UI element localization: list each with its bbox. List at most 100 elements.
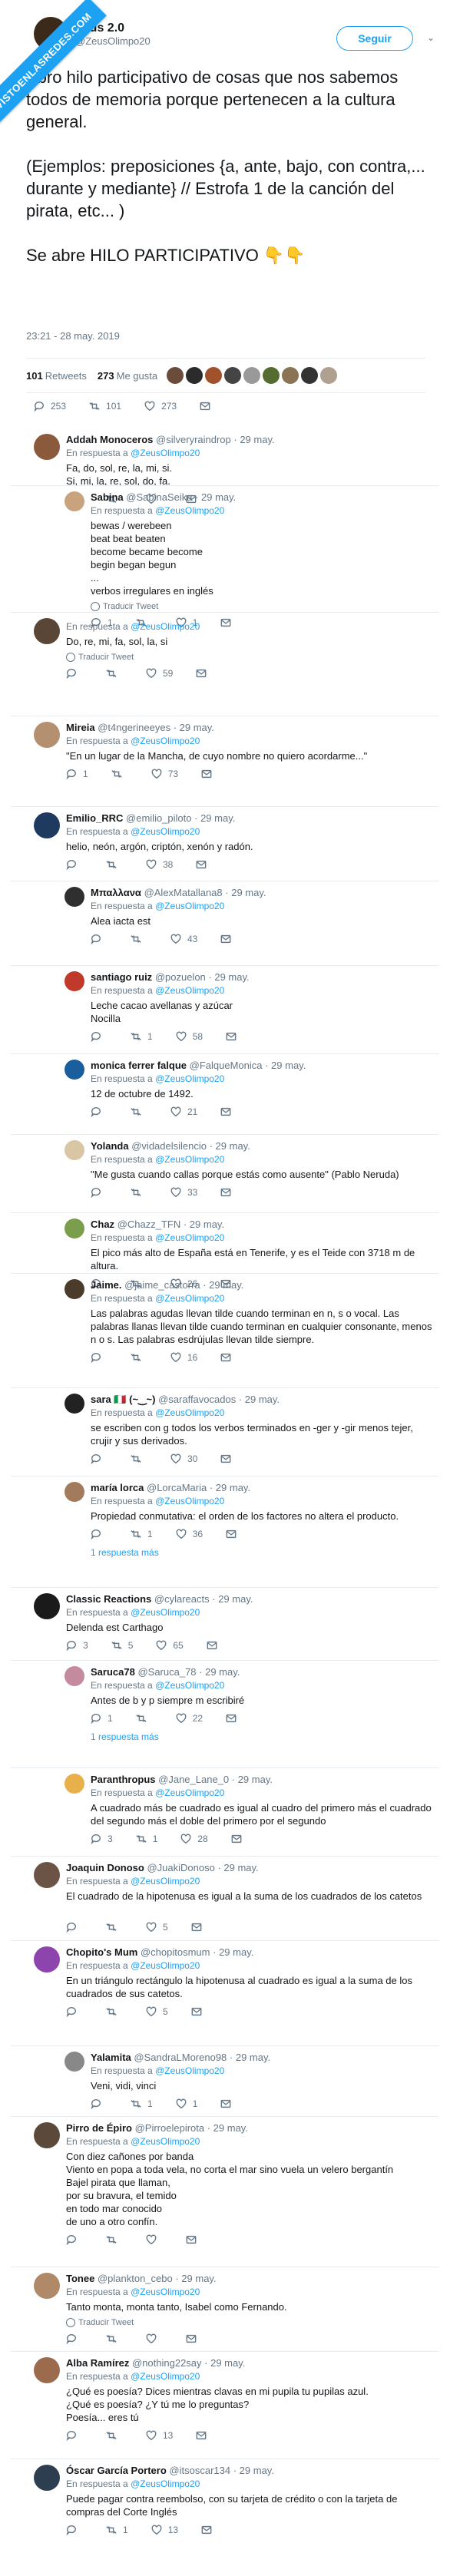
like-button[interactable]: 58: [176, 1031, 203, 1042]
author-name[interactable]: sara 🇮🇹 (~‿~): [91, 1394, 155, 1405]
more-replies-link[interactable]: 1 respuesta más: [91, 1547, 159, 1558]
message-button[interactable]: [207, 1640, 223, 1651]
message-button[interactable]: [231, 1834, 248, 1844]
author-handle[interactable]: @pozuelon: [155, 971, 206, 983]
reply-to-link[interactable]: @ZeusOlimpo20: [155, 1154, 224, 1165]
retweet-button[interactable]: [131, 1106, 147, 1117]
reply-to-link[interactable]: @ZeusOlimpo20: [155, 985, 224, 996]
reply-button[interactable]: [66, 859, 83, 870]
retweets-label[interactable]: Retweets: [45, 370, 87, 382]
avatar[interactable]: [34, 1593, 60, 1619]
avatar[interactable]: [34, 618, 60, 644]
reply-date[interactable]: · 29 may.: [195, 491, 236, 503]
retweet-button[interactable]: [136, 1713, 153, 1724]
reply-button[interactable]: [91, 1352, 108, 1363]
avatar[interactable]: [65, 1482, 84, 1502]
reply-date[interactable]: · 29 may.: [208, 971, 249, 983]
reply-date[interactable]: · 29 may.: [199, 1666, 240, 1678]
author-handle[interactable]: @saraffavocados: [158, 1394, 236, 1405]
message-button[interactable]: [201, 769, 218, 779]
follow-button[interactable]: Seguir: [336, 26, 413, 51]
likes-label[interactable]: Me gusta: [117, 370, 157, 382]
author-handle[interactable]: @silveryraindrop: [156, 434, 231, 445]
reply-button[interactable]: [66, 668, 83, 679]
reply-date[interactable]: · 29 may.: [230, 2052, 270, 2063]
message-button[interactable]: [220, 1352, 237, 1363]
like-button[interactable]: 5: [146, 2006, 168, 2017]
reply-date[interactable]: · 29 may.: [232, 1774, 273, 1785]
retweet-button[interactable]: [106, 859, 123, 870]
reply-button[interactable]: 1: [66, 769, 88, 779]
reply-date[interactable]: · 29 may.: [217, 1862, 258, 1873]
avatar[interactable]: [65, 1219, 84, 1238]
author-name[interactable]: Pirro de Épiro: [66, 2122, 132, 2134]
reply-date[interactable]: · 29 may.: [265, 1060, 306, 1071]
author-handle[interactable]: @emilio_piloto: [126, 812, 191, 824]
reply-to-link[interactable]: @ZeusOlimpo20: [131, 1876, 200, 1887]
author-name[interactable]: Chaz: [91, 1219, 114, 1230]
author-name[interactable]: Sabina: [91, 491, 124, 503]
message-button[interactable]: [220, 617, 237, 628]
author-handle[interactable]: @itsoscar134: [169, 2465, 230, 2476]
translate-link[interactable]: Traducir Tweet: [91, 602, 158, 611]
retweet-button[interactable]: 1: [131, 2098, 153, 2109]
reply-button[interactable]: [66, 2006, 83, 2017]
reply-date[interactable]: · 29 may.: [210, 1140, 250, 1152]
reply-date[interactable]: · 29 may.: [204, 2357, 245, 2369]
retweet-button[interactable]: [106, 2333, 123, 2344]
avatar[interactable]: [34, 1862, 60, 1888]
avatar[interactable]: [65, 1774, 84, 1794]
author-name[interactable]: maría lorca: [91, 1482, 144, 1493]
avatar[interactable]: [34, 2122, 60, 2148]
message-button[interactable]: [226, 1713, 243, 1724]
like-button[interactable]: 36: [176, 1529, 203, 1539]
message-button[interactable]: [196, 859, 213, 870]
author-handle[interactable]: @plankton_cebo: [98, 2273, 173, 2284]
translate-link[interactable]: Traducir Tweet: [66, 653, 134, 662]
message-button[interactable]: [220, 1187, 237, 1198]
reply-button[interactable]: [91, 934, 108, 944]
reply-button[interactable]: [91, 1529, 108, 1539]
avatar[interactable]: [65, 1279, 84, 1299]
avatar[interactable]: [34, 1946, 60, 1973]
retweet-button[interactable]: [106, 2430, 123, 2441]
author-handle[interactable]: @Chazz_TFN: [117, 1219, 181, 1230]
author-name[interactable]: Yalamita: [91, 2052, 131, 2063]
like-button[interactable]: 13: [151, 2525, 178, 2535]
chevron-down-icon[interactable]: ⌄: [427, 32, 435, 43]
reply-date[interactable]: · 29 may.: [174, 722, 214, 733]
like-button[interactable]: 30: [170, 1453, 197, 1464]
author-handle[interactable]: @LorcaMaria: [147, 1482, 207, 1493]
reply-date[interactable]: · 29 may.: [239, 1394, 280, 1405]
like-button[interactable]: 5: [146, 1922, 168, 1933]
reply-to-link[interactable]: @ZeusOlimpo20: [155, 1787, 224, 1798]
author-name[interactable]: Paranthropus: [91, 1774, 156, 1785]
author-handle[interactable]: @Jane_Lane_0: [158, 1774, 229, 1785]
message-button[interactable]: [186, 2234, 203, 2245]
message-button[interactable]: [220, 1106, 237, 1117]
reply-to-link[interactable]: @ZeusOlimpo20: [155, 1407, 224, 1418]
reply-to-link[interactable]: @ZeusOlimpo20: [155, 1232, 224, 1243]
retweet-button[interactable]: [106, 1922, 123, 1933]
retweet-button[interactable]: [106, 2006, 123, 2017]
avatar[interactable]: [65, 1140, 84, 1160]
reply-date[interactable]: · 29 may.: [184, 1219, 224, 1230]
author-handle[interactable]: @nothing22say: [132, 2357, 202, 2369]
reply-to-link[interactable]: @ZeusOlimpo20: [131, 448, 200, 458]
author-handle[interactable]: @Saruca_78: [137, 1666, 196, 1678]
author-name[interactable]: Joaquin Donoso: [66, 1862, 144, 1873]
retweet-button[interactable]: 101: [89, 401, 121, 412]
reply-button[interactable]: [91, 2098, 108, 2109]
like-button[interactable]: 1: [176, 2098, 197, 2109]
author-handle[interactable]: @chopitosmum: [141, 1946, 210, 1958]
reply-to-link[interactable]: @ZeusOlimpo20: [155, 2065, 224, 2076]
reply-date[interactable]: · 29 may.: [175, 2273, 216, 2284]
avatar[interactable]: [65, 1060, 84, 1080]
author-name[interactable]: Classic Reactions: [66, 1593, 151, 1605]
retweet-button[interactable]: 1: [136, 1834, 157, 1844]
like-button[interactable]: 43: [170, 934, 197, 944]
reply-to-link[interactable]: @ZeusOlimpo20: [131, 2136, 200, 2147]
retweet-button[interactable]: [131, 1453, 147, 1464]
reply-button[interactable]: 3: [91, 1834, 113, 1844]
avatar[interactable]: [65, 2052, 84, 2072]
